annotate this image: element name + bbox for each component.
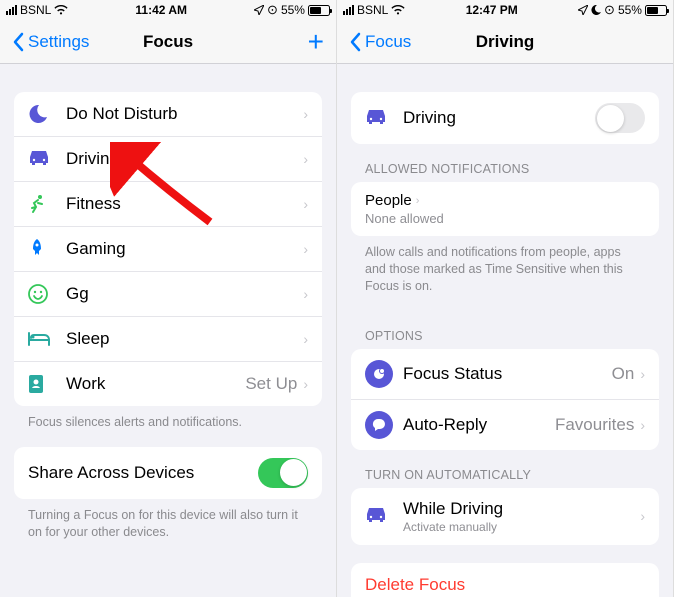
focus-modes-group: Do Not Disturb › Driving › Fitness › [14, 92, 322, 406]
nav-bar: Focus Driving [337, 20, 673, 64]
chevron-left-icon [349, 32, 361, 52]
driving-toggle-group: Driving [351, 92, 659, 144]
wifi-icon [54, 5, 68, 15]
chevron-right-icon: › [303, 151, 308, 167]
moon-icon [28, 103, 56, 125]
back-button[interactable]: Focus [349, 32, 411, 52]
share-row: Share Across Devices [14, 447, 322, 499]
chevron-right-icon: › [303, 106, 308, 122]
share-toggle[interactable] [258, 458, 308, 488]
chevron-right-icon: › [303, 331, 308, 347]
back-button[interactable]: Settings [12, 32, 89, 52]
focus-status-row[interactable]: Focus Status On › [351, 349, 659, 400]
focus-row-dnd[interactable]: Do Not Disturb › [14, 92, 322, 137]
content-scroll[interactable]: Do Not Disturb › Driving › Fitness › [0, 64, 336, 597]
battery-pct: 55% [618, 3, 642, 17]
focus-row-driving[interactable]: Driving › [14, 137, 322, 182]
chevron-right-icon: › [303, 286, 308, 302]
car-icon [365, 107, 393, 129]
battery-pct: 55% [281, 3, 305, 17]
time-label: 12:47 PM [466, 3, 518, 17]
time-label: 11:42 AM [135, 3, 187, 17]
focus-row-work[interactable]: Work Set Up › [14, 362, 322, 406]
auto-group: While Driving Activate manually › [351, 488, 659, 545]
signal-icon [6, 5, 17, 15]
chevron-right-icon: › [303, 196, 308, 212]
content-scroll[interactable]: Driving ALLOWED NOTIFICATIONS People› No… [337, 64, 673, 597]
focus-row-gaming[interactable]: Gaming › [14, 227, 322, 272]
running-icon [28, 193, 56, 215]
driving-toggle[interactable] [595, 103, 645, 133]
car-icon [28, 148, 56, 170]
badge-icon [28, 373, 56, 395]
focus-row-gg[interactable]: Gg › [14, 272, 322, 317]
rocket-icon [28, 238, 56, 260]
chevron-left-icon [12, 32, 24, 52]
chevron-right-icon: › [416, 195, 420, 207]
while-driving-row[interactable]: While Driving Activate manually › [351, 488, 659, 545]
speech-bubble-icon [365, 411, 393, 439]
delete-focus-button[interactable]: Delete Focus [351, 563, 659, 597]
focus-row-sleep[interactable]: Sleep › [14, 317, 322, 362]
location-icon [254, 5, 264, 15]
battery-icon [645, 5, 667, 16]
nav-title: Focus [143, 32, 193, 52]
auto-reply-row[interactable]: Auto-Reply Favourites › [351, 400, 659, 450]
focus-footer: Focus silences alerts and notifications. [0, 406, 336, 447]
chevron-right-icon: › [640, 366, 645, 382]
moon-status-icon [591, 5, 601, 15]
driving-toggle-row: Driving [351, 92, 659, 144]
signal-icon [343, 5, 354, 15]
add-focus-button[interactable]: + [308, 26, 324, 58]
alarm-icon: ⊙ [267, 2, 278, 18]
wifi-icon [391, 5, 405, 15]
bed-icon [28, 328, 56, 350]
phone-driving-detail: BSNL 12:47 PM ⊙ 55% Focus Driving Drivin… [337, 0, 674, 597]
allowed-header: ALLOWED NOTIFICATIONS [337, 144, 673, 182]
options-group: Focus Status On › Auto-Reply Favourites … [351, 349, 659, 450]
share-group: Share Across Devices [14, 447, 322, 499]
carrier-label: BSNL [20, 3, 51, 17]
location-icon [578, 5, 588, 15]
allowed-group: People› None allowed [351, 182, 659, 236]
carrier-label: BSNL [357, 3, 388, 17]
status-bar: BSNL 11:42 AM ⊙ 55% [0, 0, 336, 20]
auto-header: TURN ON AUTOMATICALLY [337, 450, 673, 488]
battery-icon [308, 5, 330, 16]
focus-row-fitness[interactable]: Fitness › [14, 182, 322, 227]
status-bar: BSNL 12:47 PM ⊙ 55% [337, 0, 673, 20]
chevron-right-icon: › [640, 508, 645, 524]
chevron-right-icon: › [303, 376, 308, 392]
status-circle-icon [365, 360, 393, 388]
delete-group: Delete Focus [351, 563, 659, 597]
chevron-right-icon: › [303, 241, 308, 257]
people-row[interactable]: People› None allowed [351, 182, 659, 236]
options-header: OPTIONS [337, 311, 673, 349]
allowed-footer: Allow calls and notifications from peopl… [337, 236, 673, 311]
nav-title: Driving [476, 32, 535, 52]
share-footer: Turning a Focus on for this device will … [0, 499, 336, 557]
alarm-icon: ⊙ [604, 2, 615, 18]
phone-focus-list: BSNL 11:42 AM ⊙ 55% Settings Focus + Do … [0, 0, 337, 597]
nav-bar: Settings Focus + [0, 20, 336, 64]
chevron-right-icon: › [640, 417, 645, 433]
car-icon [365, 505, 393, 527]
smiley-icon [28, 283, 56, 305]
